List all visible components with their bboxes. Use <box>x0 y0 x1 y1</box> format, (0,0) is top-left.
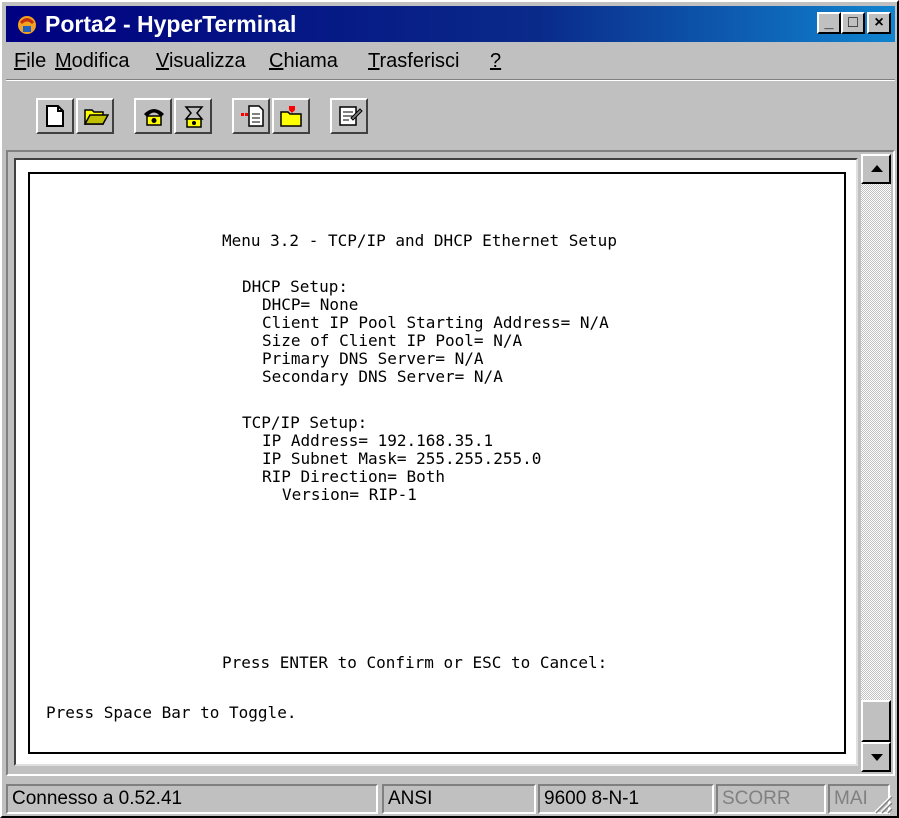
menu-trasferisci[interactable]: Trasferisci <box>368 50 460 73</box>
connect-button[interactable] <box>134 98 172 134</box>
primary-dns-field: Primary DNS Server= N/A <box>262 349 484 368</box>
menu-visualizza-label: isualizza <box>168 50 246 72</box>
menu-modifica[interactable]: Modifica <box>55 50 129 73</box>
menu-separator <box>6 79 895 81</box>
menu-chiama[interactable]: Chiama <box>269 50 338 73</box>
terminal-client-area: Menu 3.2 - TCP/IP and DHCP Ethernet Setu… <box>6 150 895 776</box>
status-bar: Connesso a 0.52.41 ANSI 9600 8-N-1 SCORR… <box>6 780 895 816</box>
pool-size-field: Size of Client IP Pool= N/A <box>262 331 523 350</box>
open-button[interactable] <box>76 98 114 134</box>
send-file-button[interactable] <box>232 98 270 134</box>
scroll-up-button[interactable] <box>861 154 891 184</box>
menu-title: Menu 3.2 - TCP/IP and DHCP Ethernet Setu… <box>222 231 617 250</box>
pool-start-field: Client IP Pool Starting Address= N/A <box>262 313 609 332</box>
vertical-scrollbar[interactable] <box>861 154 891 772</box>
menu-visualizza[interactable]: Visualizza <box>156 50 246 73</box>
receive-file-button[interactable] <box>272 98 310 134</box>
tcpip-setup-header: TCP/IP Setup: <box>242 413 368 432</box>
receive-file-icon <box>280 106 302 127</box>
status-connection: Connesso a 0.52.41 <box>6 784 378 814</box>
hyperterminal-app-icon[interactable] <box>15 12 39 36</box>
menu-file-accel: F <box>14 50 27 72</box>
menu-help-accel: ? <box>490 50 502 72</box>
window-title: Porta2 - HyperTerminal <box>45 11 297 37</box>
menu-file-label: ile <box>26 50 47 72</box>
send-file-icon <box>241 105 264 127</box>
connect-phone-icon <box>144 109 164 126</box>
menu-visualizza-accel: V <box>156 50 169 72</box>
subnet-mask-field: IP Subnet Mask= 255.255.255.0 <box>262 449 542 468</box>
menu-bar: File Modifica Visualizza Chiama Trasferi… <box>6 44 895 78</box>
disconnect-button[interactable] <box>174 98 212 134</box>
menu-help[interactable]: ? <box>490 50 501 73</box>
menu-file[interactable]: File <box>14 50 46 73</box>
dhcp-setup-header: DHCP Setup: <box>242 277 348 296</box>
new-connection-button[interactable] <box>36 98 74 134</box>
menu-modifica-label: odifica <box>71 50 130 72</box>
toolbar <box>6 82 895 148</box>
menu-trasferisci-label: rasferisci <box>379 50 460 72</box>
new-document-icon <box>46 105 64 127</box>
ip-address-field: IP Address= 192.168.35.1 <box>262 431 494 450</box>
terminal-screen[interactable]: Menu 3.2 - TCP/IP and DHCP Ethernet Setu… <box>28 172 846 754</box>
title-bar[interactable]: Porta2 - HyperTerminal _ □ × <box>6 6 895 42</box>
rip-direction-field: RIP Direction= Both <box>262 467 446 486</box>
terminal-frame: Menu 3.2 - TCP/IP and DHCP Ethernet Setu… <box>14 158 858 766</box>
toggle-hint: Press Space Bar to Toggle. <box>46 703 297 722</box>
arrow-up-icon <box>871 165 883 172</box>
menu-chiama-accel: C <box>269 50 284 72</box>
rip-version-field: Version= RIP-1 <box>282 485 417 504</box>
confirm-prompt: Press ENTER to Confirm or ESC to Cancel: <box>222 653 608 672</box>
open-folder-icon <box>83 109 109 125</box>
close-button[interactable]: × <box>867 12 891 34</box>
secondary-dns-field: Secondary DNS Server= N/A <box>262 367 503 386</box>
scroll-thumb[interactable] <box>861 700 891 742</box>
arrow-down-icon <box>871 754 883 761</box>
minimize-icon: _ <box>824 14 834 31</box>
disconnect-phone-icon <box>184 106 204 128</box>
properties-button[interactable] <box>330 98 368 134</box>
minimize-button[interactable]: _ <box>817 12 841 34</box>
maximize-icon: □ <box>848 14 858 31</box>
menu-trasferisci-accel: T <box>368 50 380 72</box>
hyperterminal-window: Porta2 - HyperTerminal _ □ × File Modifi… <box>0 0 899 818</box>
status-scroll: SCORR <box>716 784 826 814</box>
maximize-button[interactable]: □ <box>841 12 865 34</box>
status-settings: 9600 8-N-1 <box>538 784 714 814</box>
properties-icon <box>339 106 363 126</box>
dhcp-field: DHCP= None <box>262 295 359 314</box>
resize-grip-icon[interactable] <box>869 790 893 814</box>
scroll-down-button[interactable] <box>861 742 891 772</box>
menu-chiama-label: hiama <box>283 50 338 72</box>
menu-modifica-accel: M <box>55 50 72 72</box>
status-emulation: ANSI <box>382 784 536 814</box>
close-icon: × <box>874 14 884 31</box>
